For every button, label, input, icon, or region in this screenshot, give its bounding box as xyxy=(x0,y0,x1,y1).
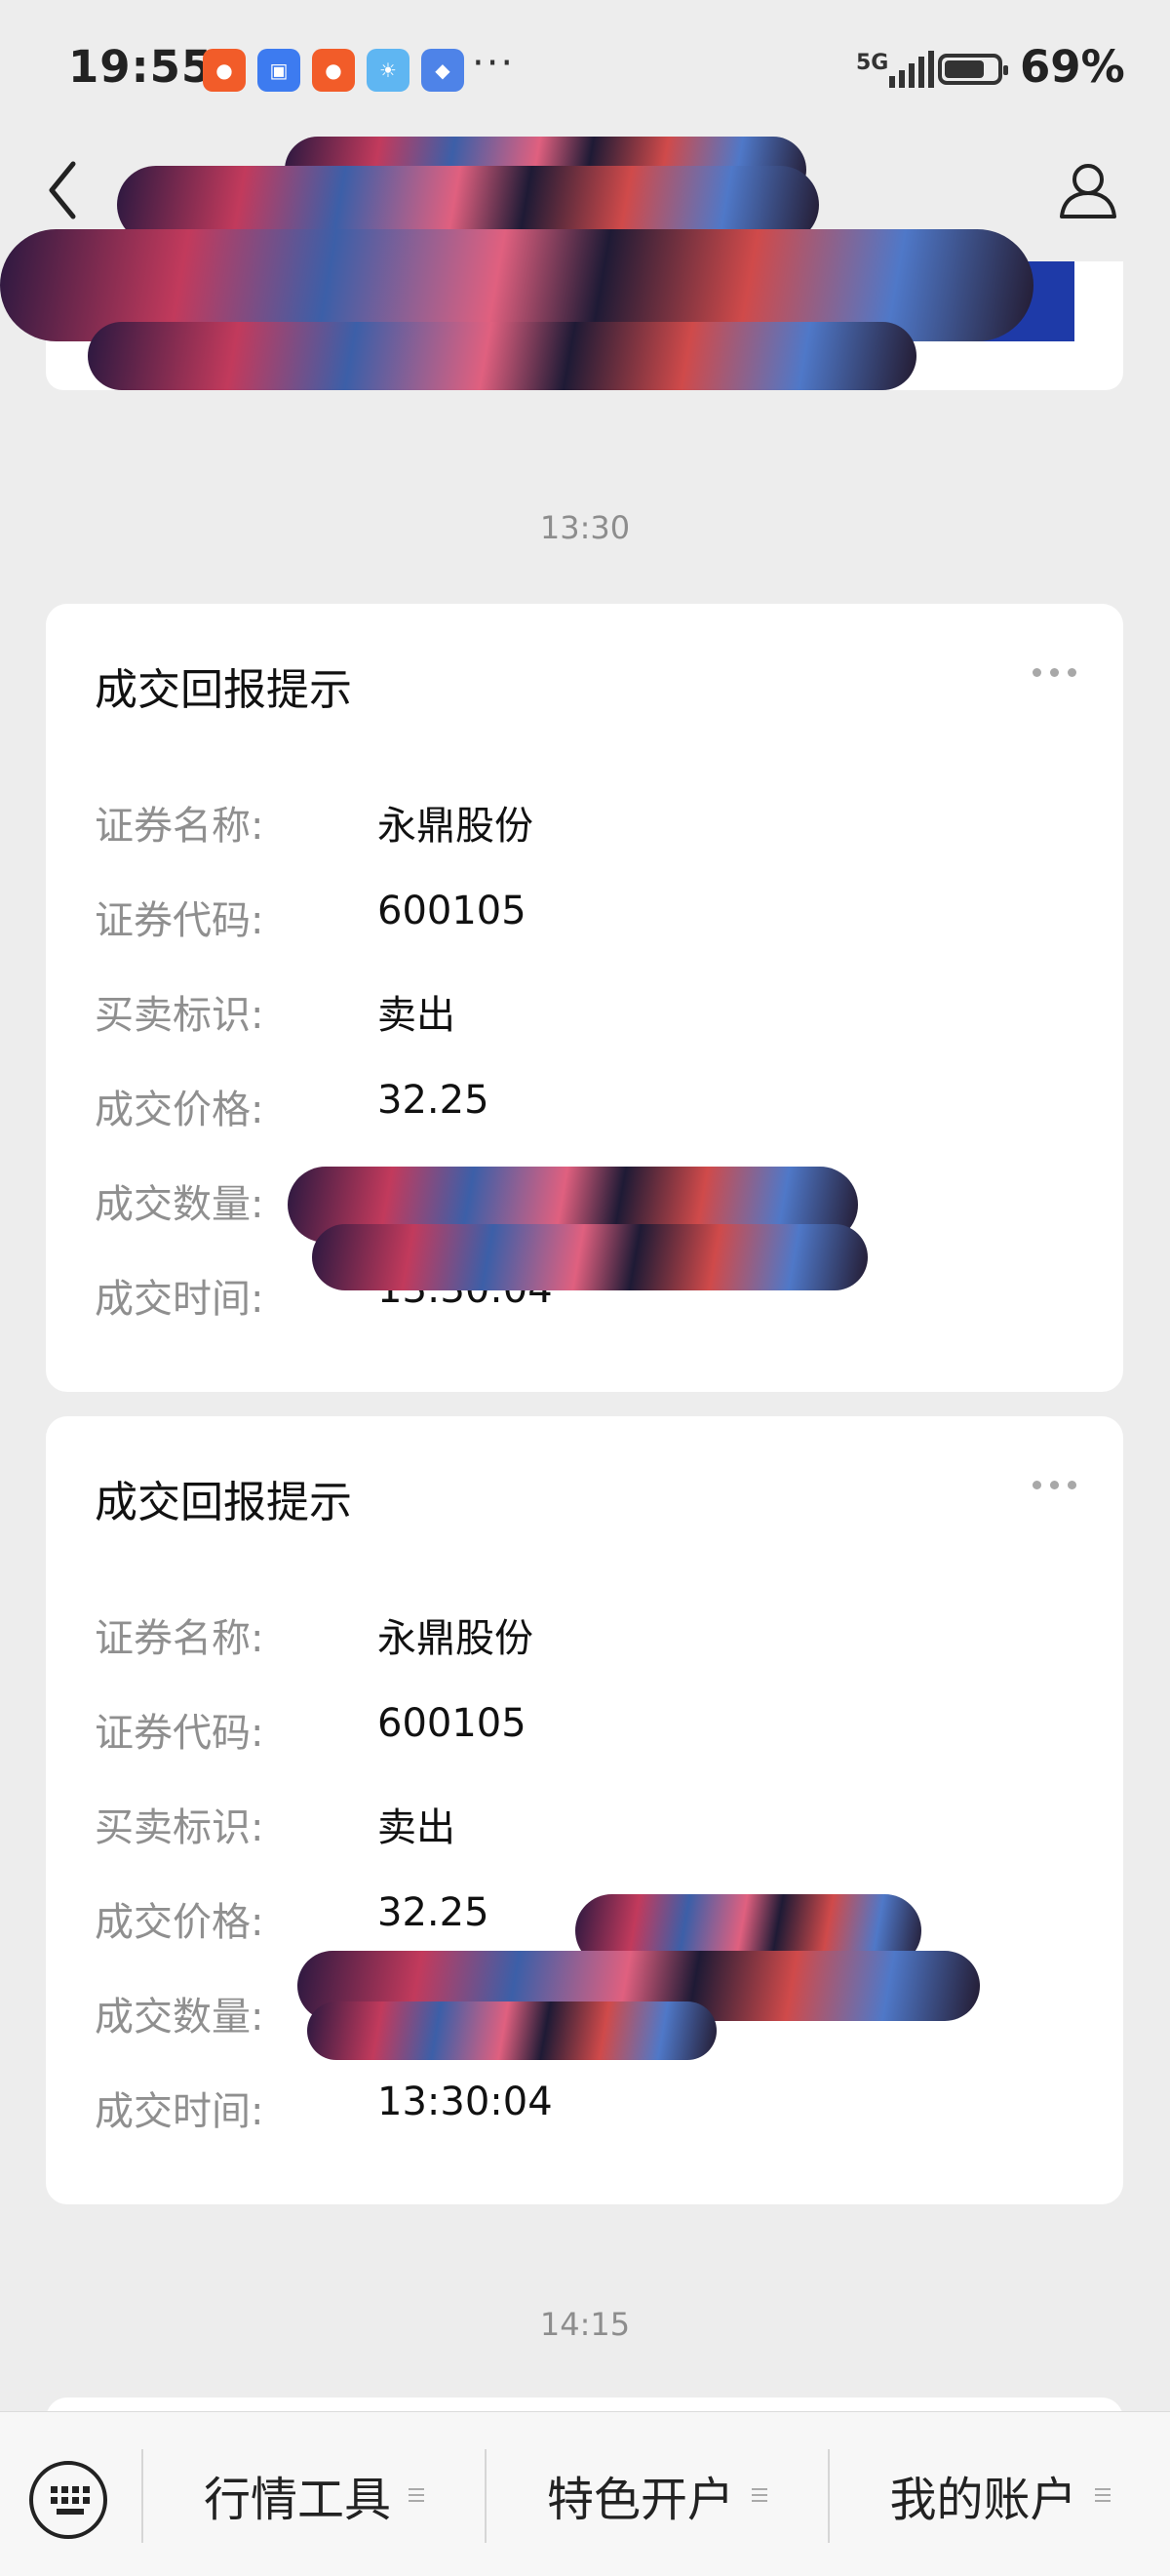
kuaishou-icon: ● xyxy=(203,49,246,92)
card-title: 成交回报提示 xyxy=(95,1478,352,1527)
bottom-menu-bar: 行情工具 特色开户 我的账户 xyxy=(0,2411,1170,2576)
more-notifications-indicator: ··· xyxy=(472,41,516,86)
field-buy-sell: 买卖标识: 卖出 xyxy=(95,1796,1070,1854)
network-type: 5G xyxy=(856,51,889,75)
back-icon[interactable] xyxy=(44,156,83,224)
field-security-code: 证券代码: 600105 xyxy=(95,889,1070,947)
card-title: 成交回报提示 xyxy=(95,665,352,715)
menu-my-account[interactable]: 我的账户 xyxy=(830,2451,1170,2539)
menu-market-tools[interactable]: 行情工具 xyxy=(143,2451,485,2539)
menu-label: 行情工具 xyxy=(203,2473,391,2527)
signal-icon xyxy=(889,51,934,88)
field-label: 成交价格: xyxy=(95,1088,264,1132)
field-time: 成交时间: 13:30:04 xyxy=(95,2080,1070,2138)
app-market-icon: ▣ xyxy=(257,49,300,92)
message-timestamp: 13:30 xyxy=(539,509,631,546)
redacted-area xyxy=(307,2001,717,2060)
redacted-area xyxy=(88,322,916,390)
field-label: 成交数量: xyxy=(95,1182,264,1227)
field-label: 证券名称: xyxy=(95,1616,264,1661)
field-value: 永鼎股份 xyxy=(377,1616,533,1661)
field-label: 成交时间: xyxy=(95,1277,264,1322)
battery-icon xyxy=(938,54,1008,85)
message-timestamp: 14:15 xyxy=(539,2306,631,2343)
field-value: 600105 xyxy=(377,889,526,933)
menu-featured-account[interactable]: 特色开户 xyxy=(487,2451,828,2539)
field-price: 成交价格: 32.25 xyxy=(95,1078,1070,1136)
vpn-icon: ◆ xyxy=(421,49,464,92)
field-value: 32.25 xyxy=(377,1078,489,1123)
field-label: 成交数量: xyxy=(95,1995,264,2040)
field-label: 买卖标识: xyxy=(95,993,264,1038)
submenu-icon xyxy=(1094,2488,1111,2502)
field-label: 证券代码: xyxy=(95,1711,264,1756)
battery-percent: 69% xyxy=(1020,41,1125,93)
field-value: 卖出 xyxy=(377,1805,455,1850)
field-security-code: 证券代码: 600105 xyxy=(95,1701,1070,1760)
person-icon[interactable] xyxy=(1058,160,1118,220)
clock: 19:55 xyxy=(68,41,214,93)
field-value: 永鼎股份 xyxy=(377,804,533,849)
submenu-icon xyxy=(409,2488,424,2502)
redacted-area xyxy=(312,1224,868,1290)
field-value: 13:30:04 xyxy=(377,2080,553,2124)
field-security-name: 证券名称: 永鼎股份 xyxy=(95,794,1070,852)
kuaishou-icon: ● xyxy=(312,49,355,92)
field-label: 成交时间: xyxy=(95,2089,264,2134)
menu-label: 特色开户 xyxy=(546,2473,734,2527)
field-buy-sell: 买卖标识: 卖出 xyxy=(95,983,1070,1042)
field-label: 成交价格: xyxy=(95,1900,264,1945)
notification-icons: ● ▣ ● ☀ ◆ xyxy=(203,49,464,92)
field-value: 卖出 xyxy=(377,993,455,1038)
submenu-icon xyxy=(752,2488,767,2502)
field-security-name: 证券名称: 永鼎股份 xyxy=(95,1606,1070,1665)
weather-icon: ☀ xyxy=(367,49,410,92)
field-value: 600105 xyxy=(377,1701,526,1746)
field-label: 证券代码: xyxy=(95,898,264,943)
menu-label: 我的账户 xyxy=(889,2473,1077,2527)
status-bar: 19:55 ● ▣ ● ☀ ◆ ··· 5G 69% xyxy=(0,0,1170,141)
field-value: 32.25 xyxy=(377,1890,489,1935)
more-options-icon[interactable] xyxy=(1033,668,1076,677)
trade-report-card[interactable]: 成交回报提示 证券名称: 永鼎股份 证券代码: 600105 买卖标识: 卖出 … xyxy=(46,1416,1123,2204)
field-label: 证券名称: xyxy=(95,804,264,849)
keyboard-icon[interactable] xyxy=(29,2461,107,2539)
more-options-icon[interactable] xyxy=(1033,1481,1076,1489)
field-label: 买卖标识: xyxy=(95,1805,264,1850)
